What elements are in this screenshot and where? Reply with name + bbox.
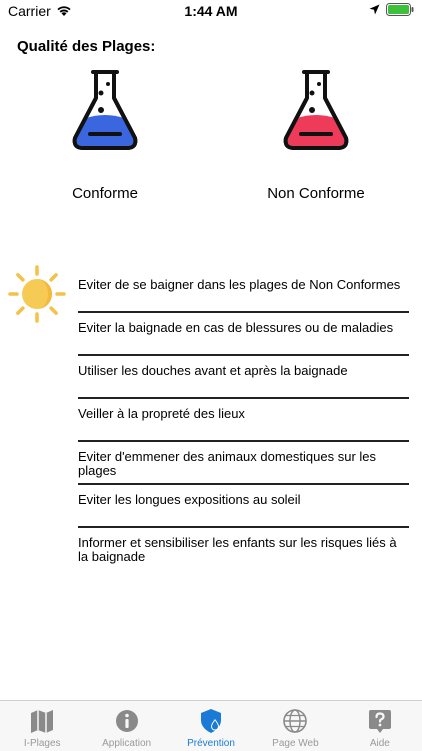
tab-i-plages[interactable]: I-Plages xyxy=(0,701,84,751)
tab-aide[interactable]: Aide xyxy=(338,701,422,751)
label-non-conforme: Non Conforme xyxy=(267,185,365,202)
map-icon xyxy=(31,710,54,733)
tab-bar: I-Plages Application Prévention Page Web xyxy=(0,700,422,751)
advice-item: Eviter d'emmener des animaux domestiques… xyxy=(78,442,409,485)
advice-item: Veiller à la propreté des lieux xyxy=(78,399,409,442)
tab-label: Application xyxy=(102,738,152,749)
page-title: Qualité des Plages: xyxy=(17,38,156,55)
sun-icon xyxy=(8,265,66,323)
globe-icon xyxy=(283,709,308,733)
tab-label: Aide xyxy=(369,738,390,749)
status-bar: Carrier 1:44 AM xyxy=(0,0,422,22)
tab-label: I-Plages xyxy=(23,738,61,749)
location-arrow-icon xyxy=(369,4,380,15)
status-right xyxy=(369,3,414,16)
battery-icon xyxy=(386,3,414,16)
flask-non-conforme-icon xyxy=(283,70,349,150)
info-icon xyxy=(115,710,138,732)
advice-item: Eviter la baignade en cas de blessures o… xyxy=(78,313,409,356)
help-icon xyxy=(368,710,391,733)
advice-list: Eviter de se baigner dans les plages de … xyxy=(78,270,409,571)
advice-item: Informer et sensibiliser les enfants sur… xyxy=(78,535,397,564)
tab-page-web[interactable]: Page Web xyxy=(253,701,337,751)
advice-item: Utiliser les douches avant et après la b… xyxy=(78,356,409,399)
flask-conforme-icon xyxy=(72,70,138,150)
label-conforme: Conforme xyxy=(72,185,138,202)
tab-label: Page Web xyxy=(272,738,319,749)
advice-item: Eviter les longues expositions au soleil xyxy=(78,485,409,528)
tab-prevention[interactable]: Prévention xyxy=(169,701,253,751)
tab-label: Prévention xyxy=(187,738,235,749)
advice-item: Eviter de se baigner dans les plages de … xyxy=(78,270,409,313)
shield-icon xyxy=(201,709,222,733)
clock: 1:44 AM xyxy=(184,3,238,19)
tab-application[interactable]: Application xyxy=(84,701,168,751)
